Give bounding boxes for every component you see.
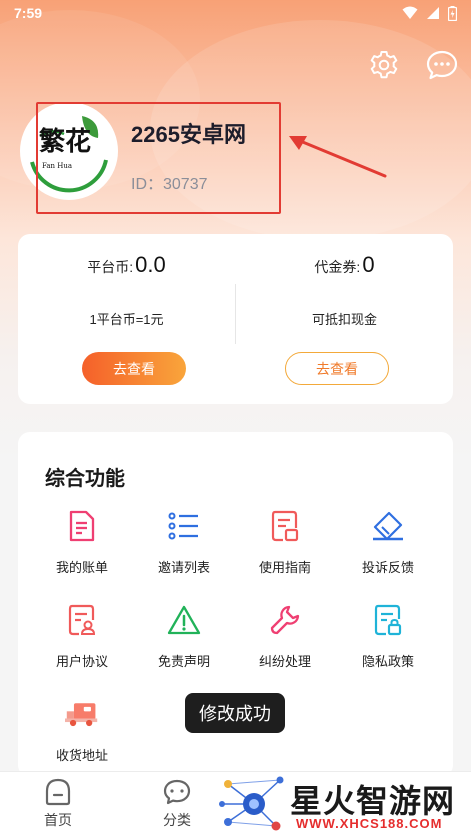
- platform-coin-view-button[interactable]: 去查看: [82, 352, 186, 385]
- chat-bubble-icon: [426, 50, 458, 80]
- function-label: 收货地址: [55, 748, 108, 763]
- function-shipping-address[interactable]: 收货地址: [37, 697, 127, 777]
- toast-message: 修改成功: [185, 693, 285, 733]
- signal-icon: [427, 7, 439, 19]
- wifi-icon: [402, 6, 418, 19]
- nav-item-category[interactable]: 分类: [137, 778, 217, 834]
- gear-icon: [370, 51, 398, 79]
- function-my-bill[interactable]: 我的账单: [37, 509, 127, 589]
- function-label: 用户协议: [55, 654, 108, 669]
- platform-coin-section: 平台币: 0.0 1平台币=1元 去查看: [18, 234, 235, 404]
- list-icon: [168, 512, 198, 540]
- wrench-icon: [270, 605, 300, 635]
- nav-item-home[interactable]: 首页: [18, 778, 98, 834]
- function-user-guide[interactable]: 使用指南: [240, 509, 330, 589]
- function-user-agreement[interactable]: 用户协议: [37, 603, 127, 683]
- annotation-arrow: [289, 136, 387, 178]
- voucher-view-button[interactable]: 去查看: [285, 352, 389, 385]
- functions-title: 综合功能: [45, 468, 125, 490]
- bill-icon: [69, 510, 95, 542]
- profile-name: 2265安卓网: [131, 122, 246, 147]
- privacy-icon: [374, 604, 402, 636]
- platform-coin-value: 0.0: [135, 252, 166, 277]
- function-dispute-handling[interactable]: 纠纷处理: [240, 603, 330, 683]
- function-label: 隐私政策: [361, 654, 414, 669]
- battery-icon: [448, 5, 457, 21]
- function-invite-list[interactable]: 邀请列表: [139, 509, 229, 589]
- function-label: 免责声明: [157, 654, 210, 669]
- wallet-card: 平台币: 0.0 1平台币=1元 去查看 代金券: 0 可抵扣现金 去查看: [18, 234, 453, 404]
- voucher-description: 可抵扣现金: [311, 312, 377, 327]
- function-disclaimer[interactable]: 免责声明: [139, 603, 229, 683]
- voucher-value: 0: [362, 252, 375, 277]
- home-icon: [45, 778, 71, 806]
- function-label: 邀请列表: [157, 560, 210, 575]
- network-logo-icon: [219, 776, 284, 831]
- category-icon: [163, 779, 191, 805]
- status-bar: 7:59: [0, 0, 471, 26]
- status-icons: [402, 5, 457, 21]
- profile-id: ID：30737: [131, 176, 208, 193]
- platform-coin-label: 平台币:: [87, 259, 134, 275]
- function-complaint-feedback[interactable]: 投诉反馈: [343, 509, 433, 589]
- message-button[interactable]: [425, 48, 459, 82]
- guide-icon: [271, 510, 299, 542]
- function-label: 使用指南: [258, 560, 311, 575]
- nav-label-category: 分类: [163, 812, 191, 828]
- platform-coin-rate: 1平台币=1元: [89, 312, 164, 327]
- settings-button[interactable]: [367, 48, 401, 82]
- function-label: 纠纷处理: [258, 654, 311, 669]
- function-privacy-policy[interactable]: 隐私政策: [343, 603, 433, 683]
- feedback-icon: [373, 511, 403, 541]
- delivery-truck-icon: [65, 703, 98, 727]
- voucher-label: 代金券:: [314, 259, 361, 275]
- watermark: 星火智游网 WWW.XHCS188.COM: [218, 770, 471, 837]
- nav-label-home: 首页: [44, 812, 72, 828]
- voucher-section: 代金券: 0 可抵扣现金 去查看: [236, 234, 453, 404]
- watermark-url: WWW.XHCS188.COM: [296, 816, 443, 831]
- status-time: 7:59: [14, 5, 43, 21]
- agreement-icon: [68, 604, 96, 636]
- warning-icon: [167, 605, 201, 635]
- function-label: 我的账单: [55, 560, 108, 575]
- function-label: 投诉反馈: [361, 560, 414, 575]
